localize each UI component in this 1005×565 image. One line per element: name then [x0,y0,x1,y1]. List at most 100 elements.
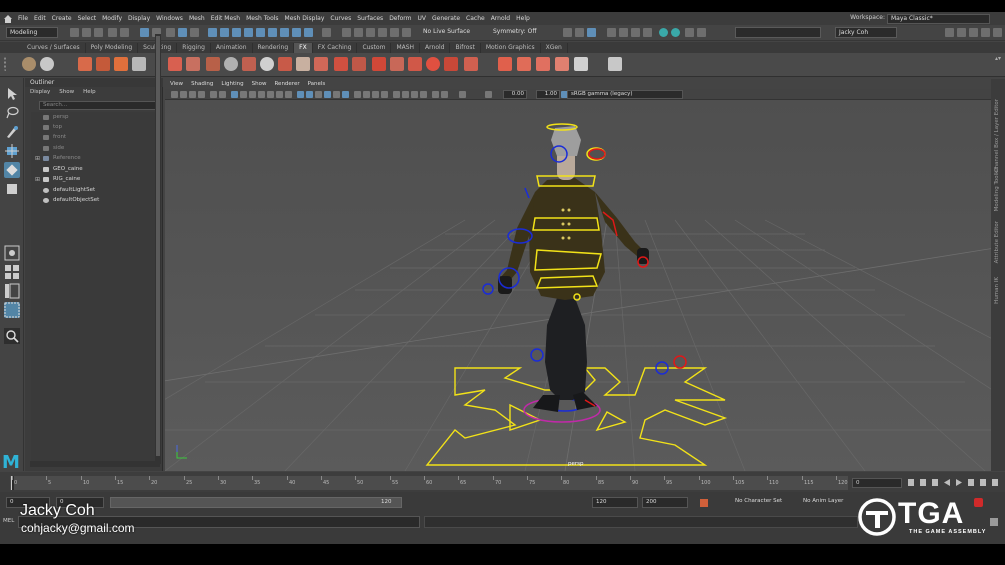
select-misc-icon[interactable] [292,28,301,37]
viewport-menu-lighting[interactable]: Lighting [221,81,243,87]
tab-mash[interactable]: MASH [391,43,421,53]
smooth-shade-icon[interactable] [306,91,313,98]
nparticle-tool-icon[interactable] [40,57,54,71]
render-settings-icon[interactable] [607,28,616,37]
viewport-menu-panels[interactable]: Panels [308,81,326,87]
menu-edit[interactable]: Edit [31,15,49,22]
tab-attribute-editor[interactable]: Attribute Editor [994,221,1000,263]
select-dynamics-icon[interactable] [268,28,277,37]
persp-graph-layout-icon[interactable] [4,302,20,318]
menu-arnold[interactable]: Arnold [488,15,513,22]
current-frame-field[interactable]: 0 [852,478,902,488]
outliner-item-front[interactable]: front [43,133,66,142]
bookmark-icon[interactable] [189,91,196,98]
viewport-menu-renderer[interactable]: Renderer [274,81,299,87]
animation-end-field[interactable]: 200 [642,497,688,508]
nconstraint-icon[interactable] [390,57,404,71]
redo-icon[interactable] [120,28,129,37]
tab-fx-caching[interactable]: FX Caching [313,43,358,53]
scale-tool-icon[interactable] [4,181,20,197]
render-view-icon[interactable] [563,28,572,37]
expand-icon[interactable]: ⊞ [35,154,40,163]
snap-curve-icon[interactable] [354,28,363,37]
backface-culling-icon[interactable] [432,91,439,98]
select-camera-icon[interactable] [171,91,178,98]
ncloth-icon[interactable] [168,57,182,71]
play-forward-icon[interactable] [956,479,962,486]
modeling-toolkit-toggle-icon[interactable] [945,28,954,37]
outliner-item-rig-caine[interactable]: ⊞ RIG_caine [35,175,80,184]
snap-point-icon[interactable] [366,28,375,37]
view-transform-dropdown[interactable]: sRGB gamma (legacy) [567,90,683,99]
menu-display[interactable]: Display [125,15,153,22]
tool-settings-toggle-icon[interactable] [969,28,978,37]
bullet-ragdoll-icon[interactable] [555,57,569,71]
user-account-dropdown[interactable]: Jacky Coh [835,27,897,38]
lasso-tool-icon[interactable] [4,105,20,121]
menu-modify[interactable]: Modify [99,15,125,22]
nrigid-icon[interactable] [408,57,422,71]
viewport-menu-view[interactable]: View [170,81,183,87]
select-surfaces-icon[interactable] [244,28,253,37]
paint-select-tool-icon[interactable] [4,124,20,140]
go-to-end-icon[interactable] [992,479,998,486]
motion-blur-icon[interactable] [363,91,370,98]
gamma-icon[interactable] [485,91,492,98]
cursor-script-icon[interactable] [608,57,622,71]
render-frame-icon[interactable] [575,28,584,37]
menu-windows[interactable]: Windows [153,15,186,22]
script-editor-icon[interactable] [974,498,983,507]
menu-mesh-display[interactable]: Mesh Display [282,15,328,22]
resolution-gate-icon[interactable] [249,91,256,98]
step-forward-frame-icon[interactable] [968,479,974,486]
menuset-dropdown[interactable]: Modeling [6,27,58,38]
select-deformations-icon[interactable] [256,28,265,37]
textured-icon[interactable] [324,91,331,98]
ocean-icon[interactable] [132,57,146,71]
snap-view-plane-icon[interactable] [390,28,399,37]
paint-effects-icon[interactable] [206,57,220,71]
select-joints-icon[interactable] [220,28,229,37]
workspace-dropdown[interactable]: Maya Classic* [887,13,990,24]
auto-key-icon[interactable] [700,499,708,507]
render-setup-icon[interactable] [631,28,640,37]
select-tool-icon[interactable] [4,86,20,102]
menu-curves[interactable]: Curves [327,15,354,22]
camera-attributes-icon[interactable] [180,91,187,98]
image-plane-icon[interactable] [198,91,205,98]
select-rendering-icon[interactable] [280,28,289,37]
step-back-key-icon[interactable] [920,479,926,486]
xray-icon[interactable] [402,91,409,98]
xray-active-icon[interactable] [411,91,418,98]
tab-fx[interactable]: FX [294,43,313,53]
xray-joints-icon[interactable] [420,91,427,98]
uniform-field-icon[interactable] [334,57,348,71]
menu-create[interactable]: Create [49,15,75,22]
viewport-menu-shading[interactable]: Shading [191,81,213,87]
select-mode-icon[interactable] [140,28,149,37]
safe-title-icon[interactable] [285,91,292,98]
field-chart-icon[interactable] [267,91,274,98]
zoom-view-icon[interactable] [4,328,20,344]
outliner-horizontal-scrollbar[interactable] [30,461,160,467]
exposure-icon[interactable] [441,91,448,98]
shadows-icon[interactable] [342,91,349,98]
screen-space-ao-icon[interactable] [354,91,361,98]
grease-pencil-icon[interactable] [219,91,226,98]
tab-xgen[interactable]: XGen [541,43,568,53]
2d-pan-zoom-icon[interactable] [210,91,217,98]
delete-cache-icon[interactable] [444,57,458,71]
range-slider[interactable]: 120 [110,497,402,508]
bullet-shirt-icon[interactable] [574,57,588,71]
viewport-menu-show[interactable]: Show [252,81,267,87]
radial-field-icon[interactable] [296,57,310,71]
nparticle-emitter-icon[interactable] [22,57,36,71]
ipr-render-icon[interactable] [587,28,596,37]
attribute-editor-toggle-icon[interactable] [957,28,966,37]
exposure-toggle-icon[interactable] [459,91,466,98]
menu-cache[interactable]: Cache [463,15,488,22]
menu-mesh[interactable]: Mesh [186,15,208,22]
four-view-layout-icon[interactable] [4,264,20,280]
home-icon[interactable] [4,14,12,23]
newton-field-icon[interactable] [278,57,292,71]
